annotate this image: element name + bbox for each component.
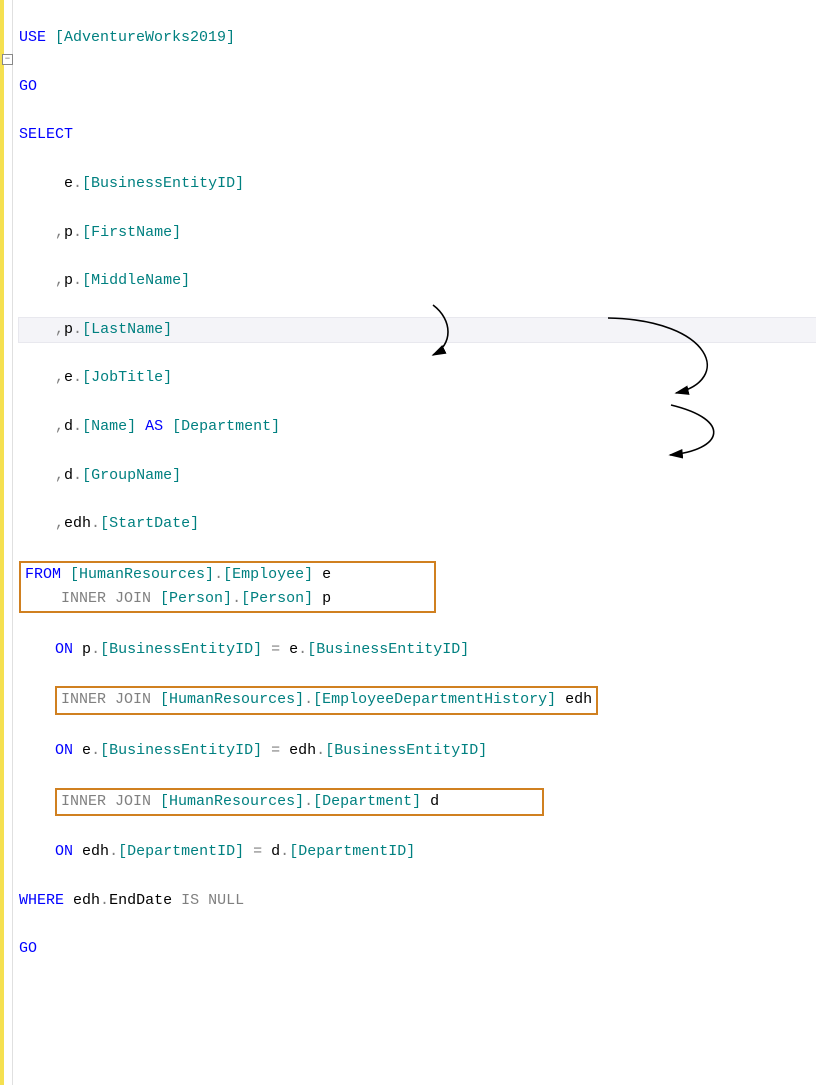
line-join3: INNER JOIN [HumanResources].[Department]… (19, 788, 816, 816)
line-on1: ON p.[BusinessEntityID] = e.[BusinessEnt… (19, 638, 816, 662)
line-col1: e.[BusinessEntityID] (19, 172, 816, 196)
collapse-toggle[interactable]: − (2, 54, 13, 65)
line-col3: ,p.[MiddleName] (19, 269, 816, 293)
change-indicator (0, 0, 4, 1085)
line-go2: GO (19, 937, 816, 961)
code-area[interactable]: USE [AdventureWorks2019] GO SELECT e.[Bu… (13, 0, 816, 1085)
line-col2: ,p.[FirstName] (19, 221, 816, 245)
line-on3: ON edh.[DepartmentID] = d.[DepartmentID] (19, 840, 816, 864)
gutter: − (0, 0, 13, 1085)
line-select: SELECT (19, 123, 816, 147)
highlight-join3: INNER JOIN [HumanResources].[Department]… (55, 788, 544, 816)
line-col6: ,d.[Name] AS [Department] (19, 415, 816, 439)
line-col8: ,edh.[StartDate] (19, 512, 816, 536)
line-col5: ,e.[JobTitle] (19, 366, 816, 390)
line-col7: ,d.[GroupName] (19, 464, 816, 488)
line-on2: ON e.[BusinessEntityID] = edh.[BusinessE… (19, 739, 816, 763)
sql-editor[interactable]: − USE [AdventureWorks2019] GO SELECT e.[… (0, 0, 816, 1085)
line-col4-current: ,p.[LastName] (18, 317, 816, 343)
highlight-join2: INNER JOIN [HumanResources].[EmployeeDep… (55, 686, 598, 714)
line-use: USE [AdventureWorks2019] (19, 26, 816, 50)
highlight-from-join1: FROM [HumanResources].[Employee] e INNER… (19, 561, 436, 614)
line-where: WHERE edh.EndDate IS NULL (19, 889, 816, 913)
line-go: GO (19, 75, 816, 99)
line-join2: INNER JOIN [HumanResources].[EmployeeDep… (19, 686, 816, 714)
line-from: FROM [HumanResources].[Employee] e INNER… (19, 561, 816, 614)
